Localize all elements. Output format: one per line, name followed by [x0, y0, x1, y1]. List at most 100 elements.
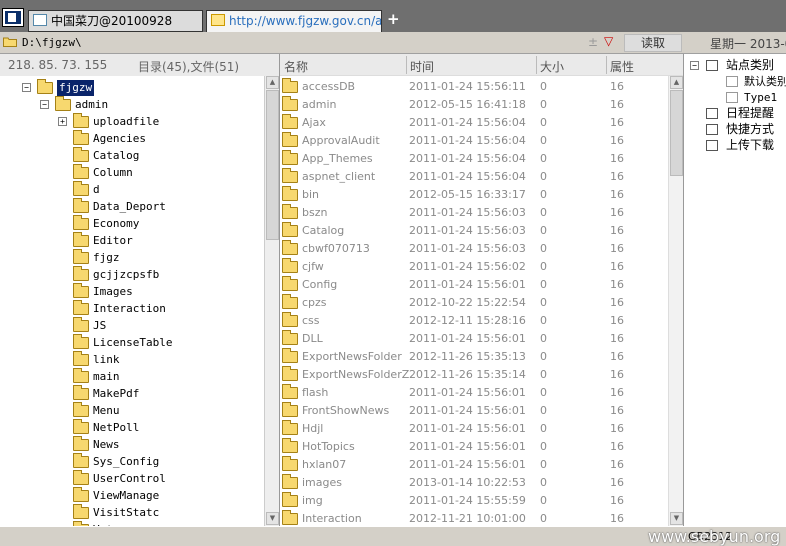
tab-site[interactable]: http://www.fjgzw.gov.cn/ad... — [206, 10, 382, 32]
file-row[interactable]: Config 2011-01-24 15:56:01 0 16 — [280, 276, 668, 294]
file-row[interactable]: ExportNewsFolder 2012-11-26 15:35:13 0 16 — [280, 348, 668, 366]
chevron-down-icon[interactable]: ▽ — [604, 34, 613, 48]
tree-node[interactable]: d — [0, 181, 264, 199]
site-panel-item[interactable]: 上传下载 — [684, 138, 786, 154]
file-row[interactable]: bin 2012-05-15 16:33:17 0 16 — [280, 186, 668, 204]
tree-node[interactable]: Editor — [0, 232, 264, 250]
folder-icon — [282, 294, 298, 309]
site-panel-item[interactable]: 快捷方式 — [684, 122, 786, 138]
folder-icon — [282, 438, 298, 453]
file-row[interactable]: images 2013-01-14 10:22:53 0 16 — [280, 474, 668, 492]
file-attr: 16 — [610, 386, 624, 399]
tree-node[interactable]: VisitStatc — [0, 504, 264, 522]
file-row[interactable]: Catalog 2011-01-24 15:56:03 0 16 — [280, 222, 668, 240]
tree-node[interactable]: LicenseTable — [0, 334, 264, 352]
tree-node[interactable]: Sys_Config — [0, 453, 264, 471]
file-row[interactable]: aspnet_client 2011-01-24 15:56:04 0 16 — [280, 168, 668, 186]
file-list-scrollbar[interactable]: ▲ ▼ — [668, 76, 683, 526]
column-name[interactable]: 名称 — [284, 58, 308, 75]
tree-node[interactable]: Economy — [0, 215, 264, 233]
file-row[interactable]: ApprovalAudit 2011-01-24 15:56:04 0 16 — [280, 132, 668, 150]
plus-minus-icon[interactable]: ± — [588, 35, 598, 49]
scroll-up-icon[interactable]: ▲ — [670, 76, 683, 89]
column-attr[interactable]: 属性 — [610, 58, 634, 75]
tree-scrollbar[interactable]: ▲ ▼ — [264, 76, 279, 526]
tree-node[interactable]: Catalog — [0, 147, 264, 165]
tree-node-label: gcjjzcpsfb — [93, 268, 160, 281]
folder-icon — [282, 312, 298, 327]
tree-node[interactable]: Data_Deport — [0, 198, 264, 216]
column-size[interactable]: 大小 — [540, 58, 564, 75]
tree-node[interactable]: Menu — [0, 402, 264, 420]
tab-caidao[interactable]: 中国菜刀@20100928 — [28, 10, 203, 32]
tree-node[interactable]: Column — [0, 164, 264, 182]
site-panel-item[interactable]: Type1 — [684, 90, 786, 106]
folder-icon — [282, 402, 298, 417]
tree-node[interactable]: ViewManage — [0, 487, 264, 505]
read-button[interactable]: 读取 — [624, 34, 682, 52]
tree-node[interactable]: − fjgzw — [0, 79, 264, 97]
file-name: flash — [302, 386, 329, 399]
file-row[interactable]: App_Themes 2011-01-24 15:56:04 0 16 — [280, 150, 668, 168]
file-name: Hdjl — [302, 422, 324, 435]
file-row[interactable]: Interaction 2012-11-21 10:01:00 0 16 — [280, 510, 668, 526]
new-tab-button[interactable]: + — [387, 10, 400, 28]
tree-node[interactable]: Agencies — [0, 130, 264, 148]
scroll-down-icon[interactable]: ▼ — [266, 512, 279, 525]
tree-node[interactable]: fjgz — [0, 249, 264, 267]
file-row[interactable]: DLL 2011-01-24 15:56:01 0 16 — [280, 330, 668, 348]
scroll-up-icon[interactable]: ▲ — [266, 76, 279, 89]
tree-node[interactable]: Images — [0, 283, 264, 301]
file-row[interactable]: HotTopics 2011-01-24 15:56:01 0 16 — [280, 438, 668, 456]
file-row[interactable]: bszn 2011-01-24 15:56:03 0 16 — [280, 204, 668, 222]
folder-icon — [282, 150, 298, 165]
file-name: cbwf070713 — [302, 242, 370, 255]
file-row[interactable]: Ajax 2011-01-24 15:56:04 0 16 — [280, 114, 668, 132]
site-panel-item[interactable]: 默认类别 — [684, 74, 786, 90]
tree-node[interactable]: link — [0, 351, 264, 369]
folder-icon — [282, 186, 298, 201]
tree-node[interactable]: gcjjzcpsfb — [0, 266, 264, 284]
file-row[interactable]: admin 2012-05-15 16:41:18 0 16 — [280, 96, 668, 114]
file-row[interactable]: Hdjl 2011-01-24 15:56:01 0 16 — [280, 420, 668, 438]
expand-icon[interactable]: + — [58, 117, 67, 126]
tree-node-label: link — [93, 353, 120, 366]
collapse-icon[interactable]: − — [40, 100, 49, 109]
file-attr: 16 — [610, 458, 624, 471]
file-row[interactable]: css 2012-12-11 15:28:16 0 16 — [280, 312, 668, 330]
column-time[interactable]: 时间 — [410, 58, 434, 75]
file-row[interactable]: accessDB 2011-01-24 15:56:11 0 16 — [280, 78, 668, 96]
site-panel-item[interactable]: − 站点类别 — [684, 58, 786, 74]
file-row[interactable]: img 2011-01-24 15:55:59 0 16 — [280, 492, 668, 510]
tree-node[interactable]: MakePdf — [0, 385, 264, 403]
file-size: 0 — [540, 386, 547, 399]
site-panel-item[interactable]: 日程提醒 — [684, 106, 786, 122]
tree-node[interactable]: NetPoll — [0, 419, 264, 437]
file-time: 2012-05-15 16:41:18 — [409, 98, 526, 111]
file-row[interactable]: cbwf070713 2011-01-24 15:56:03 0 16 — [280, 240, 668, 258]
file-row[interactable]: FrontShowNews 2011-01-24 15:56:01 0 16 — [280, 402, 668, 420]
scroll-thumb[interactable] — [266, 90, 279, 240]
file-row[interactable]: cpzs 2012-10-22 15:22:54 0 16 — [280, 294, 668, 312]
file-row[interactable]: ExportNewsFolderZIP 2012-11-26 15:35:14 0 1… — [280, 366, 668, 384]
tree-node[interactable]: JS — [0, 317, 264, 335]
tree-node[interactable]: News — [0, 436, 264, 454]
collapse-icon[interactable]: − — [22, 83, 31, 92]
path-input[interactable]: D:\fjgzw\ — [22, 36, 82, 49]
tree-node[interactable]: − admin — [0, 96, 264, 114]
scroll-thumb[interactable] — [670, 90, 683, 176]
tree-node[interactable]: UserControl — [0, 470, 264, 488]
app-menu-icon[interactable] — [2, 8, 24, 27]
file-attr: 16 — [610, 116, 624, 129]
file-row[interactable]: cjfw 2011-01-24 15:56:02 0 16 — [280, 258, 668, 276]
file-row[interactable]: flash 2011-01-24 15:56:01 0 16 — [280, 384, 668, 402]
tree-node[interactable]: main — [0, 368, 264, 386]
collapse-icon[interactable]: − — [690, 61, 699, 70]
scroll-down-icon[interactable]: ▼ — [670, 512, 683, 525]
file-name: images — [302, 476, 342, 489]
file-attr: 16 — [610, 314, 624, 327]
file-row[interactable]: hxlan07 2011-01-24 15:56:01 0 16 — [280, 456, 668, 474]
tree-node[interactable]: + uploadfile — [0, 113, 264, 131]
file-size: 0 — [540, 152, 547, 165]
tree-node[interactable]: Interaction — [0, 300, 264, 318]
